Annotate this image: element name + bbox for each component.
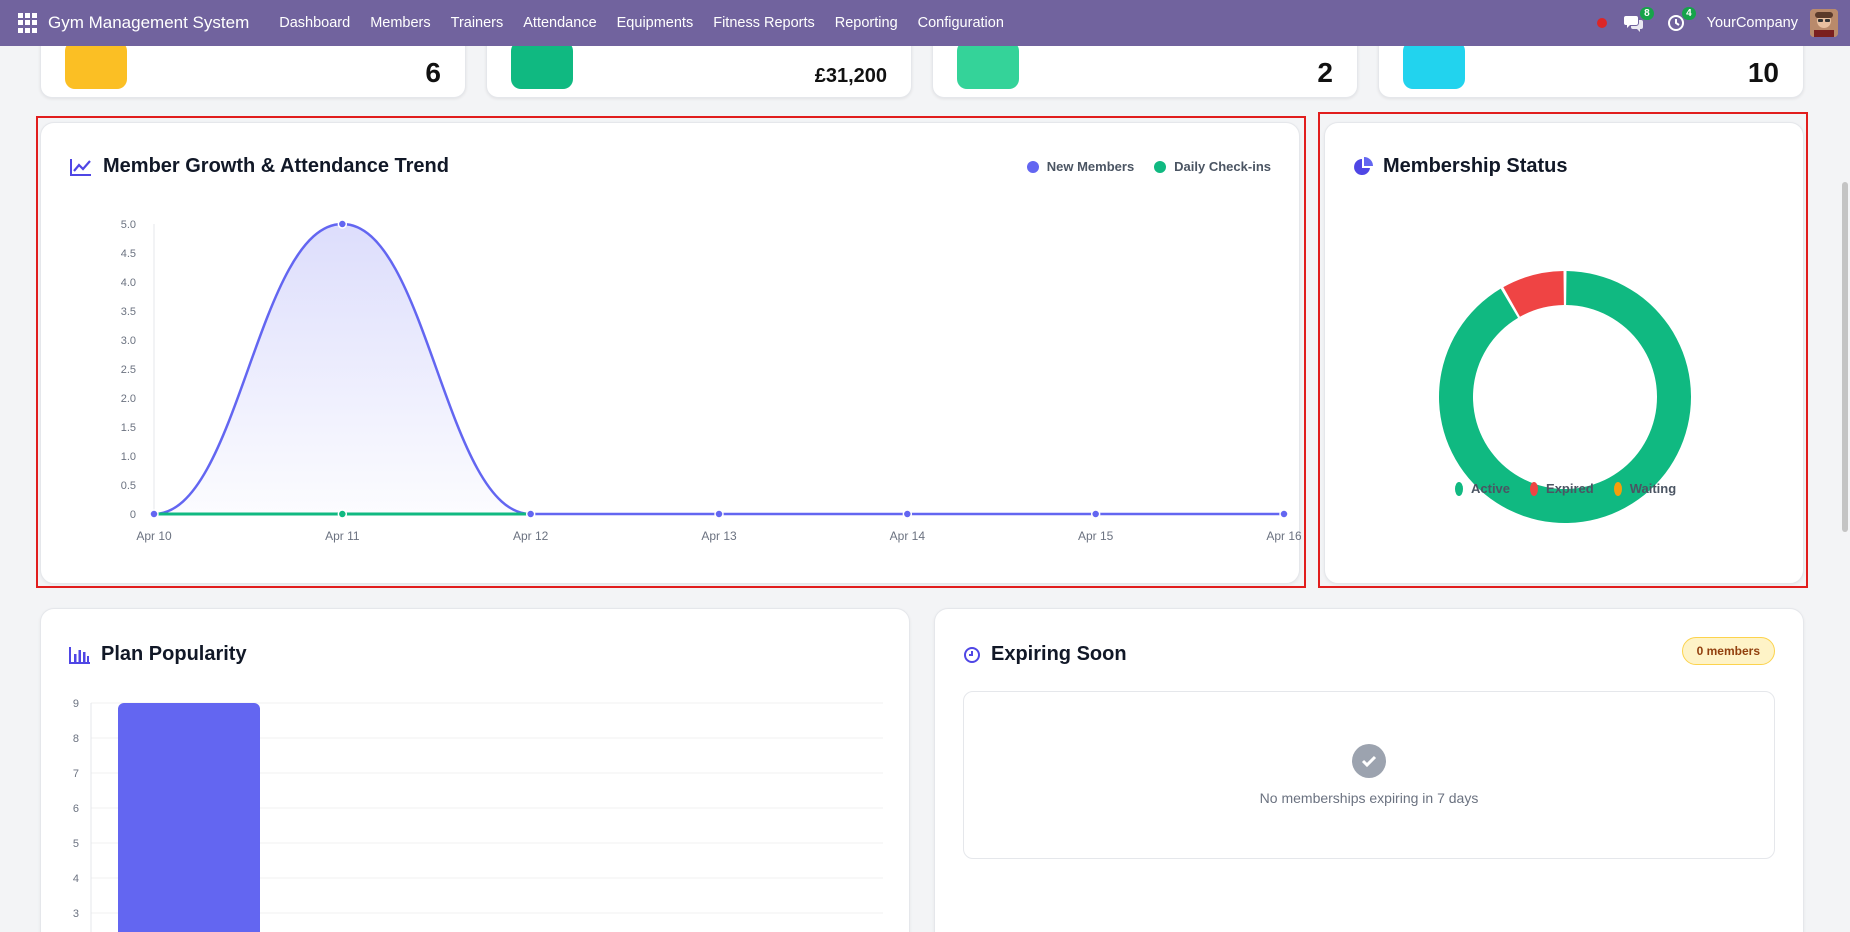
scrollbar-thumb[interactable] <box>1842 182 1848 532</box>
stat-card-1-value: 6 <box>425 57 441 88</box>
stat-card-2-icon <box>511 41 573 89</box>
menu-reporting[interactable]: Reporting <box>825 15 908 31</box>
apps-menu-icon[interactable] <box>18 13 38 33</box>
new-members-point[interactable] <box>149 509 159 519</box>
membership-status-panel: Membership Status Active Expired Waiting <box>1324 122 1804 584</box>
x-tick-label: Apr 11 <box>325 529 360 543</box>
menu-equipments[interactable]: Equipments <box>607 15 704 31</box>
navbar-systray: 8 4 YourCompany <box>1596 0 1850 46</box>
x-tick-label: Apr 15 <box>1078 529 1114 543</box>
expiring-empty-message: No memberships expiring in 7 days <box>1259 790 1479 806</box>
menu-members[interactable]: Members <box>360 15 440 31</box>
messages-icon[interactable]: 8 <box>1623 7 1654 34</box>
y-tick-label: 1.5 <box>121 422 136 434</box>
menu-fitness-reports[interactable]: Fitness Reports <box>703 15 825 31</box>
expiring-panel-title: Expiring Soon <box>991 643 1127 665</box>
new-members-point[interactable] <box>525 509 536 519</box>
y-tick-label: 0 <box>130 509 136 521</box>
x-tick-label: Apr 14 <box>890 529 926 543</box>
menu-dashboard[interactable]: Dashboard <box>269 15 360 31</box>
growth-trend-panel: Member Growth & Attendance Trend New Mem… <box>40 122 1301 584</box>
company-switcher[interactable]: YourCompany <box>1707 15 1798 31</box>
new-members-point[interactable] <box>1090 509 1101 519</box>
expiring-soon-panel: Expiring Soon 0 members No memberships e… <box>934 608 1804 932</box>
y-tick-label: 0.5 <box>121 480 136 492</box>
y-tick-label: 4.5 <box>121 248 136 260</box>
expiring-count-badge: 0 members <box>1681 637 1775 665</box>
bar-y-tick-label: 8 <box>73 733 79 745</box>
legend-active[interactable]: Active <box>1455 481 1510 496</box>
new-members-point[interactable] <box>714 509 724 519</box>
bar-y-tick-label: 9 <box>73 698 79 710</box>
stat-card-3-value: 2 <box>1317 57 1333 88</box>
daily-checkins-point[interactable] <box>337 509 348 519</box>
y-tick-label: 5.0 <box>121 219 136 231</box>
bar-y-tick-label: 4 <box>73 873 79 885</box>
menu-trainers[interactable]: Trainers <box>441 15 514 31</box>
x-tick-label: Apr 10 <box>136 529 172 543</box>
stat-card-4-icon <box>1403 41 1465 89</box>
main-menu: Dashboard Members Trainers Attendance Eq… <box>269 15 1014 31</box>
plan-popularity-panel: Plan Popularity 3456789 <box>40 608 910 932</box>
y-tick-label: 3.5 <box>121 306 136 318</box>
x-tick-label: Apr 13 <box>701 529 737 543</box>
stat-card-2-value: £31,200 <box>814 65 887 87</box>
bar-y-tick-label: 7 <box>73 768 79 780</box>
activity-count-badge: 4 <box>1682 7 1696 20</box>
plan-bar-chart: 3 4 5 6 7 8 9 <box>73 698 883 932</box>
stat-card-4-value: 10 <box>1747 57 1779 88</box>
y-tick-label: 3.0 <box>121 335 136 347</box>
expiring-empty-state: No memberships expiring in 7 days <box>963 691 1775 859</box>
activity-clock-icon[interactable]: 4 <box>1665 7 1696 34</box>
y-tick-label: 4.0 <box>121 277 136 289</box>
y-tick-label: 1.0 <box>121 451 136 463</box>
bar-y-tick-label: 5 <box>73 838 79 850</box>
status-panel-title: Membership Status <box>1383 155 1568 177</box>
bar-y-tick-label: 3 <box>73 908 79 920</box>
new-members-area <box>154 224 1284 514</box>
messages-count-badge: 8 <box>1640 7 1654 20</box>
legend-expired[interactable]: Expired <box>1530 481 1594 496</box>
new-members-point[interactable] <box>337 219 348 229</box>
pie-chart-icon <box>1353 156 1373 177</box>
membership-donut-chart <box>1439 271 1691 523</box>
stat-card-1-icon <box>65 41 127 89</box>
new-members-point[interactable] <box>902 509 913 519</box>
clock-icon <box>963 646 981 664</box>
stat-card-3-icon <box>957 41 1019 89</box>
new-members-point[interactable] <box>1279 509 1289 519</box>
growth-line-chart: 0 0.5 1.0 1.5 2.0 2.5 3.0 3.5 4.0 4.5 5.0 Apr 10 Apr… <box>121 219 1301 543</box>
top-navbar: Gym Management System Dashboard Members … <box>0 0 1850 46</box>
app-brand[interactable]: Gym Management System <box>48 13 249 33</box>
check-circle-icon <box>1352 744 1386 778</box>
user-avatar[interactable] <box>1810 9 1838 37</box>
bar-y-tick-label: 6 <box>73 803 79 815</box>
plan-bar[interactable] <box>118 703 260 932</box>
x-tick-label: Apr 12 <box>513 529 549 543</box>
menu-configuration[interactable]: Configuration <box>908 15 1014 31</box>
legend-waiting[interactable]: Waiting <box>1613 481 1676 496</box>
menu-attendance[interactable]: Attendance <box>513 15 606 31</box>
y-tick-label: 2.5 <box>121 364 136 376</box>
recording-indicator-icon[interactable] <box>1596 18 1607 28</box>
status-legend: Active Expired Waiting <box>1455 481 1676 496</box>
page-scrollbar[interactable] <box>1840 46 1850 932</box>
y-tick-label: 2.0 <box>121 393 136 405</box>
x-tick-label: Apr 16 <box>1266 529 1301 543</box>
